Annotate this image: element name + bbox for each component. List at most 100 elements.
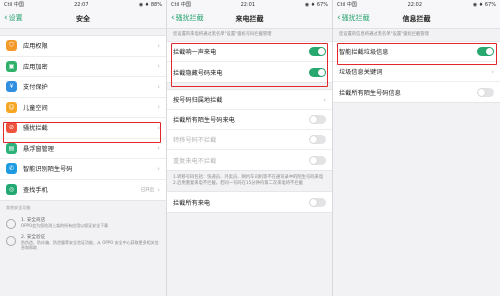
window-icon: ▤	[6, 142, 17, 154]
menu-item-label: 应用加密	[23, 63, 48, 71]
toggle-switch[interactable]	[477, 87, 494, 97]
menu-item-label: 查找手机	[23, 187, 48, 195]
battery: ◉ ♦ 88%	[138, 1, 162, 8]
menu-item-label: 骚扰拦截	[23, 125, 48, 133]
settings-row[interactable]: 拦截所有陌生号码信息	[333, 82, 500, 102]
menu-item[interactable]: ◎ 查找手机 已开启 ›	[0, 180, 166, 201]
chevron-right-icon: ›	[157, 123, 160, 132]
page-title: 安全	[76, 15, 90, 23]
row-label: 按号码归属地拦截	[173, 97, 223, 104]
block-icon: ⊘	[6, 122, 17, 134]
back-button[interactable]: ‹ 设置	[4, 13, 23, 23]
row-label: 转移号码不拦截	[173, 137, 217, 144]
carrier: Ctil 中国	[171, 2, 191, 8]
footer-title: 其他安全功能	[6, 205, 31, 210]
toggle-switch[interactable]	[477, 47, 494, 56]
chevron-left-icon: ‹	[4, 12, 8, 23]
toggle-switch[interactable]	[309, 115, 326, 124]
phone-icon: ✆	[6, 163, 17, 175]
carrier: Ctil 中国	[337, 2, 357, 8]
chevron-right-icon: ›	[157, 144, 160, 153]
row-label: 拦截所有来电	[173, 199, 211, 207]
description-note: 您设置的信息将通过黑名单"设置"骚扰拦截管理	[339, 32, 429, 37]
security-info-desc: OPPO会为您检测上架的所有应用以保证安全下载	[21, 223, 109, 228]
menu-item-label: 应用权限	[23, 43, 48, 51]
settings-row[interactable]: 垃圾信息关键词 ›	[333, 62, 500, 82]
toggle-group-1: 拦截响一声来电 拦截隐藏号码来电	[167, 41, 332, 83]
settings-row[interactable]: 拦截所有来电	[167, 192, 332, 212]
battery: ◉ ♦ 67%	[472, 1, 496, 8]
menu-item-value: 已开启	[140, 187, 155, 193]
security-info-list: 1. 安全商店 OPPO会为您检测上架的所有应用以保证安全下载 2. 安全验证 防伪造…	[0, 215, 166, 253]
toggle-switch[interactable]	[309, 197, 326, 207]
find-icon: ◎	[6, 184, 17, 196]
settings-row[interactable]: 按号码归属地拦截 ›	[167, 90, 332, 110]
chevron-right-icon: ›	[157, 41, 160, 50]
toggle-group-3: 拦截所有来电	[167, 191, 332, 213]
clock: 22:07	[74, 1, 89, 8]
carrier: Ctil 中国	[4, 2, 24, 8]
row-label: 拦截所有陌生号码来电	[173, 117, 235, 124]
toggle-switch[interactable]	[309, 67, 326, 77]
row-label: 拦截隐藏号码来电	[173, 69, 223, 77]
security-info-desc: 防伪造、防诈骗、防泄露等安全验证功能，从 OPPO 安全中心获取更多相关信息和帮…	[21, 240, 159, 250]
back-button[interactable]: ‹ 骚扰拦截	[171, 13, 204, 23]
row-label: 智能拦截垃圾信息	[339, 49, 389, 56]
menu-item[interactable]: ▤ 悬浮窗管理 ›	[0, 139, 166, 159]
chevron-right-icon: ›	[491, 67, 494, 76]
description-note: 您设置的来电将通过黑名单"设置"骚扰号码拦截管理	[173, 32, 272, 37]
lock-icon: ▣	[6, 60, 17, 72]
security-settings-screen: Ctil 中国 22:07 ◉ ♦ 88% ‹ 设置 安全 ⛉ 应用权限 › ▣ 应用加…	[0, 0, 166, 296]
menu-item[interactable]: ▣ 应用加密 ›	[0, 57, 166, 77]
screenshot-collage: Ctil 中国 22:07 ◉ ♦ 88% ‹ 设置 安全 ⛉ 应用权限 › ▣ 应用加…	[0, 0, 500, 296]
battery: ◉ ♦ 67%	[304, 1, 328, 8]
status-bar: Ctil 中国 22:07 ◉ ♦ 88%	[0, 0, 166, 9]
status-bar: Ctil 中国 22:02 ◉ ♦ 67%	[333, 0, 500, 9]
payment-icon: ¥	[6, 81, 17, 93]
settings-row[interactable]: 拦截隐藏号码来电	[167, 62, 332, 82]
settings-row[interactable]: 智能拦截垃圾信息	[333, 42, 500, 62]
back-button[interactable]: ‹ 骚扰拦截	[337, 13, 370, 23]
row-label: 拦截响一声来电	[173, 49, 217, 56]
security-info-text: 1. 安全商店 OPPO会为您检测上架的所有应用以保证安全下载	[21, 218, 108, 229]
settings-row[interactable]: 拦截所有陌生号码来电	[167, 110, 332, 130]
toggle-switch[interactable]	[309, 135, 326, 144]
settings-row[interactable]: 转移号码不拦截	[167, 130, 332, 150]
shield-icon: ⛉	[6, 40, 17, 52]
menu-item[interactable]: ¥ 支付保护 ›	[0, 77, 166, 98]
chevron-left-icon: ‹	[337, 12, 341, 23]
chevron-right-icon: ›	[157, 62, 160, 71]
toggle-group-2: 按号码归属地拦截 › 拦截所有陌生号码来电 转移号码不拦截重复来电不拦截	[167, 89, 332, 171]
security-menu: ⛉ 应用权限 › ▣ 应用加密 › ¥ 支付保护 › ☺ 儿童空间 › ⊘ 骚扰拦截 › ▤ 悬浮窗管理 › ✆ 智能…	[0, 35, 166, 201]
nav-bar: ‹ 骚扰拦截 信息拦截	[333, 9, 500, 29]
menu-item[interactable]: ⛉ 应用权限 ›	[0, 36, 166, 57]
row-label: 垃圾信息关键词	[339, 69, 383, 76]
child-icon: ☺	[6, 101, 17, 113]
security-info-text: 2. 安全验证 防伪造、防诈骗、防泄露等安全验证功能，从 OPPO 安全中心获取更…	[21, 235, 160, 250]
call-block-screen: Ctil 中国 22:01 ◉ ♦ 67% ‹ 骚扰拦截 来电拦截 您设置的来电…	[166, 0, 332, 296]
nav-bar: ‹ 设置 安全	[0, 9, 166, 29]
status-bar: Ctil 中国 22:01 ◉ ♦ 67%	[167, 0, 332, 9]
store-icon	[6, 219, 16, 229]
back-label: 骚扰拦截	[175, 14, 204, 22]
chevron-right-icon: ›	[157, 103, 160, 112]
back-label: 骚扰拦截	[341, 14, 370, 22]
toggle-switch[interactable]	[309, 47, 326, 56]
message-block-screen: Ctil 中国 22:02 ◉ ♦ 67% ‹ 骚扰拦截 信息拦截 您设置的信息…	[332, 0, 500, 296]
chevron-right-icon: ›	[323, 95, 326, 104]
settings-row[interactable]: 拦截响一声来电	[167, 42, 332, 62]
menu-item[interactable]: ⊘ 骚扰拦截 ›	[0, 118, 166, 139]
menu-item[interactable]: ☺ 儿童空间 ›	[0, 98, 166, 118]
menu-item-label: 悬浮窗管理	[23, 145, 54, 153]
chevron-left-icon: ‹	[171, 12, 175, 23]
toggle-switch[interactable]	[309, 155, 326, 165]
back-label: 设置	[8, 14, 23, 22]
clock: 22:01	[240, 1, 256, 8]
menu-item-label: 支付保护	[23, 84, 48, 92]
nav-bar: ‹ 骚扰拦截 来电拦截	[167, 9, 332, 29]
security-info-item: 1. 安全商店 OPPO会为您检测上架的所有应用以保证安全下载	[0, 215, 166, 232]
clock: 22:02	[407, 1, 423, 8]
menu-item[interactable]: ✆ 智能识别陌生号码 ›	[0, 159, 166, 180]
chevron-right-icon: ›	[157, 164, 160, 173]
settings-row[interactable]: 重复来电不拦截	[167, 150, 332, 170]
